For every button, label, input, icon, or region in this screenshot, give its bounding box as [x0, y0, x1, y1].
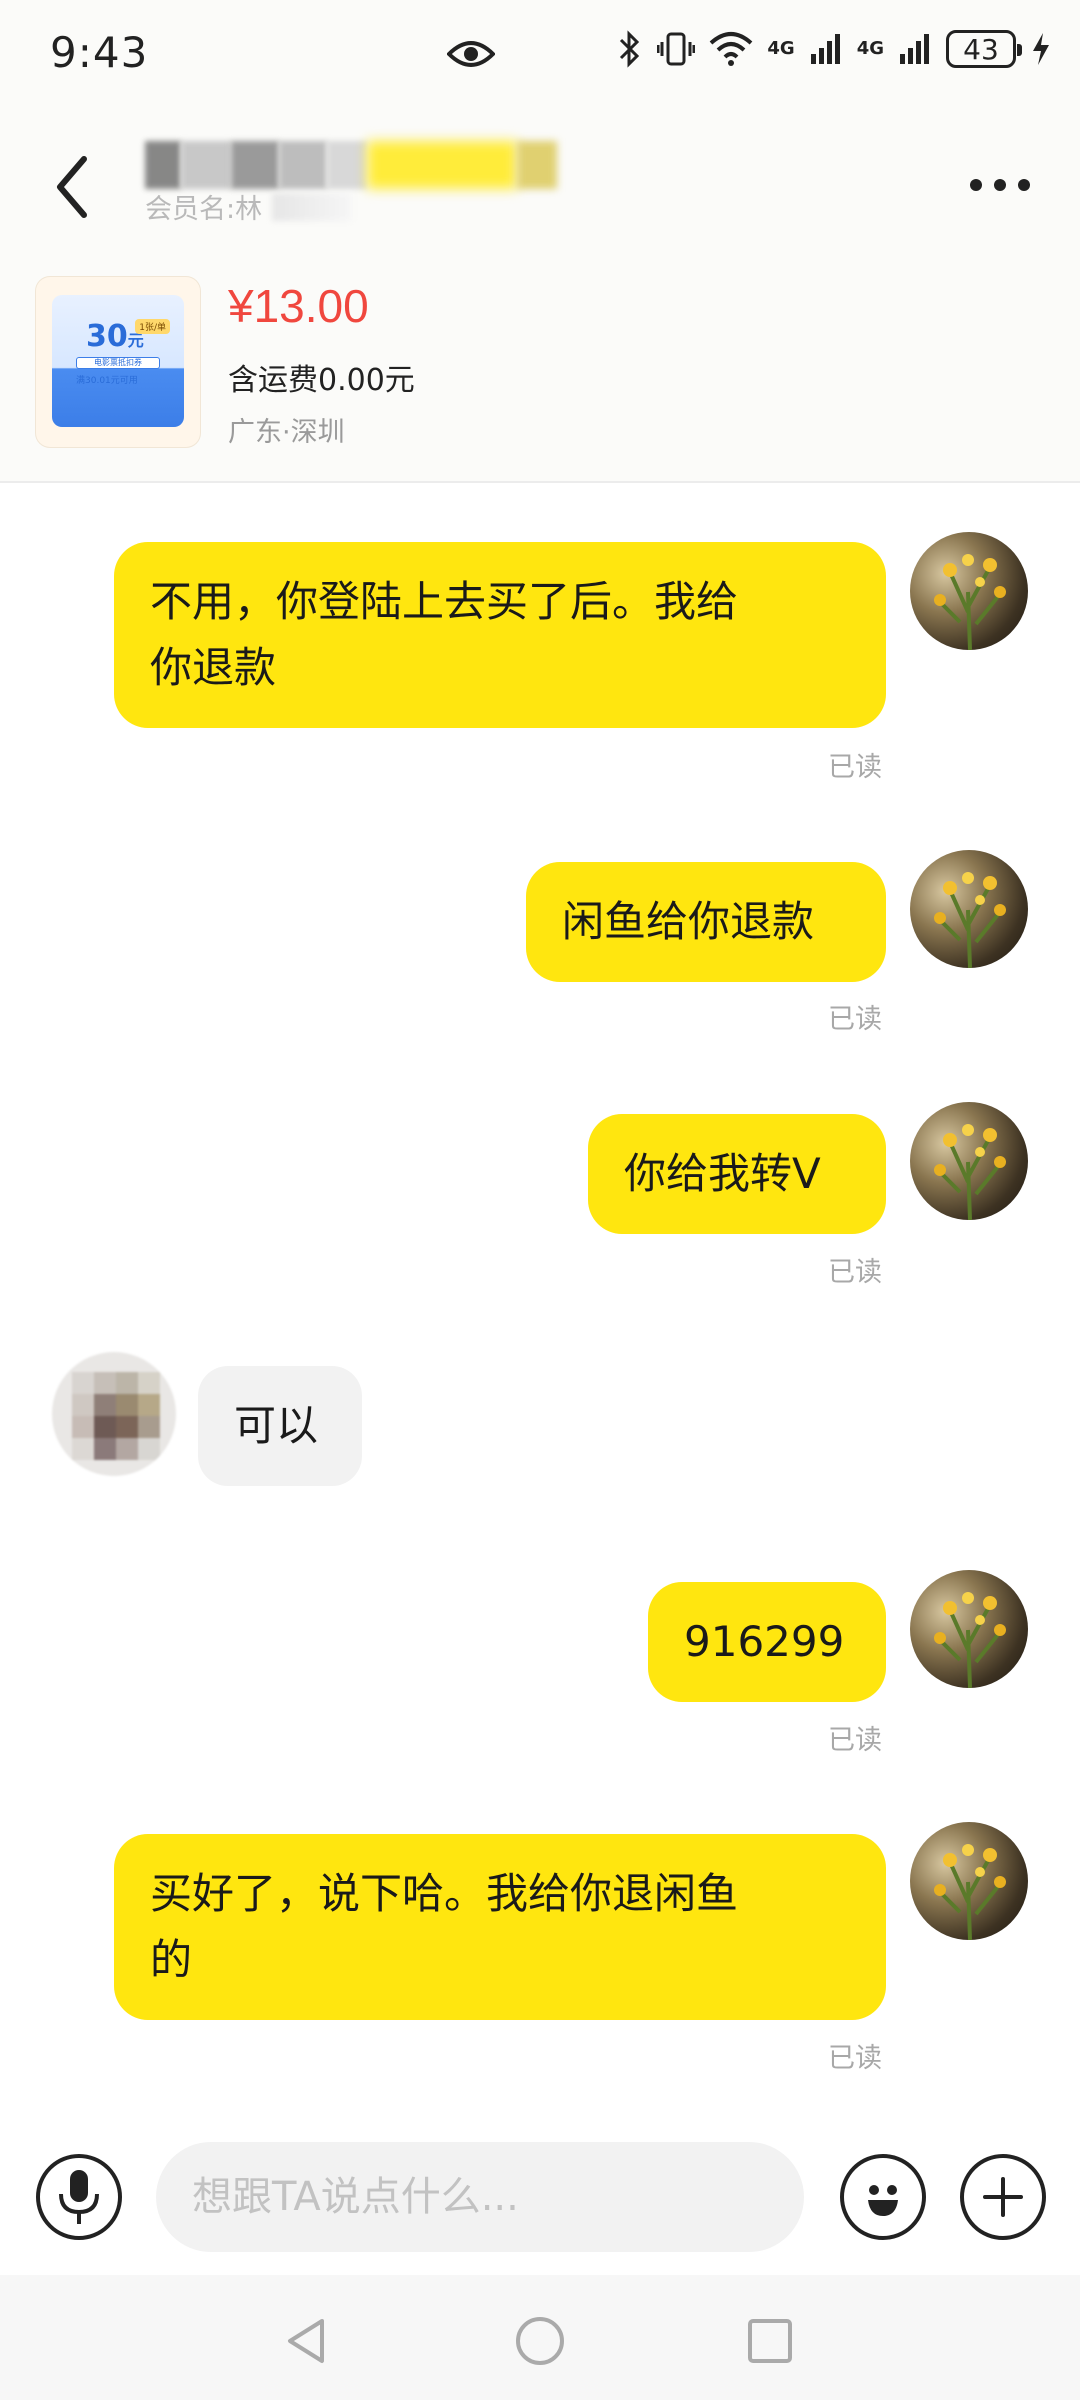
- status-icons: 4G 4G 43: [617, 30, 1052, 68]
- message-text-line: 可以: [234, 1401, 319, 1450]
- battery-indicator: 43: [946, 30, 1022, 68]
- eye-icon: [447, 41, 495, 67]
- mic-icon: [59, 2170, 99, 2224]
- product-price: ¥13.00: [228, 280, 369, 332]
- message-text-line: 闲鱼给你退款: [562, 897, 815, 946]
- coupon-title: 电影票抵扣券: [76, 357, 160, 369]
- message-bubble-sent[interactable]: 不用，你登陆上去买了后。我给 你退款: [114, 542, 886, 728]
- emoji-button[interactable]: [840, 2154, 926, 2240]
- read-status: 已读: [828, 1725, 882, 1756]
- my-avatar[interactable]: [910, 1570, 1028, 1688]
- wifi-icon: [710, 32, 753, 66]
- coupon-condition: 满30.01元可用: [76, 376, 138, 386]
- bluetooth-icon: [620, 30, 640, 68]
- member-name-redacted: [272, 192, 353, 221]
- message-text-line: 买好了，说下哈。我给你退闲鱼: [150, 1869, 739, 1918]
- emoji-icon: [868, 2185, 898, 2216]
- read-status: 已读: [828, 1257, 882, 1288]
- nav-back-icon[interactable]: [280, 2313, 336, 2369]
- my-avatar[interactable]: [910, 850, 1028, 968]
- message-bubble-sent[interactable]: 买好了，说下哈。我给你退闲鱼 的: [114, 1834, 886, 2020]
- member-label: 会员名:林: [145, 194, 263, 225]
- read-status: 已读: [828, 1004, 882, 1035]
- message-text-line: 你给我转V: [624, 1149, 821, 1198]
- message-text-line: 你退款: [150, 643, 277, 692]
- message-bubble-received[interactable]: 可以: [198, 1366, 362, 1486]
- network-label: 4G: [856, 38, 884, 59]
- status-bar: 9:43 4G 4G 43: [0, 0, 1080, 115]
- nav-home-icon[interactable]: [512, 2313, 568, 2369]
- message-text-line: 916299: [684, 1617, 845, 1666]
- my-avatar[interactable]: [910, 532, 1028, 650]
- more-icon[interactable]: [970, 170, 1040, 200]
- input-bar: [0, 2120, 1080, 2275]
- signal-icon: [810, 34, 840, 64]
- charging-icon: [1033, 33, 1049, 65]
- signal-icon: [900, 34, 929, 64]
- member-name: 会员名:林: [145, 187, 353, 226]
- plus-icon: [983, 2177, 1023, 2217]
- nav-recents-icon[interactable]: [742, 2313, 798, 2369]
- vibrate-icon: [657, 32, 696, 66]
- voice-button[interactable]: [36, 2154, 122, 2240]
- my-avatar[interactable]: [910, 1822, 1028, 1940]
- message-text-line: 不用，你登陆上去买了后。我给: [150, 577, 739, 626]
- message-bubble-sent[interactable]: 你给我转V: [588, 1114, 886, 1234]
- my-avatar[interactable]: [910, 1102, 1028, 1220]
- message-text-line: 的: [150, 1935, 193, 1984]
- contact-avatar[interactable]: [52, 1352, 176, 1476]
- more-actions-button[interactable]: [960, 2154, 1046, 2240]
- coupon-value: 30: [86, 319, 128, 354]
- network-label: 4G: [767, 38, 795, 59]
- product-location: 广东·深圳: [228, 417, 345, 448]
- message-bubble-sent[interactable]: 闲鱼给你退款: [526, 862, 886, 982]
- coupon-image: 30元 1张/单 电影票抵扣券 满30.01元可用: [52, 295, 184, 427]
- read-status: 已读: [828, 752, 882, 783]
- coupon-tag: 1张/单: [135, 319, 170, 334]
- status-time: 9:43: [50, 28, 149, 77]
- product-shipping: 含运费0.00元: [228, 363, 415, 398]
- chat-header: 会员名:林: [0, 115, 1080, 265]
- read-status: 已读: [828, 2043, 882, 2074]
- system-nav-bar: [0, 2275, 1080, 2400]
- back-icon[interactable]: [48, 147, 98, 227]
- message-bubble-sent[interactable]: 916299: [648, 1582, 886, 1702]
- product-thumbnail[interactable]: 30元 1张/单 电影票抵扣券 满30.01元可用: [36, 277, 200, 447]
- message-input[interactable]: [156, 2142, 804, 2252]
- product-card[interactable]: 30元 1张/单 电影票抵扣券 满30.01元可用 ¥13.00 含运费0.00…: [0, 265, 1080, 483]
